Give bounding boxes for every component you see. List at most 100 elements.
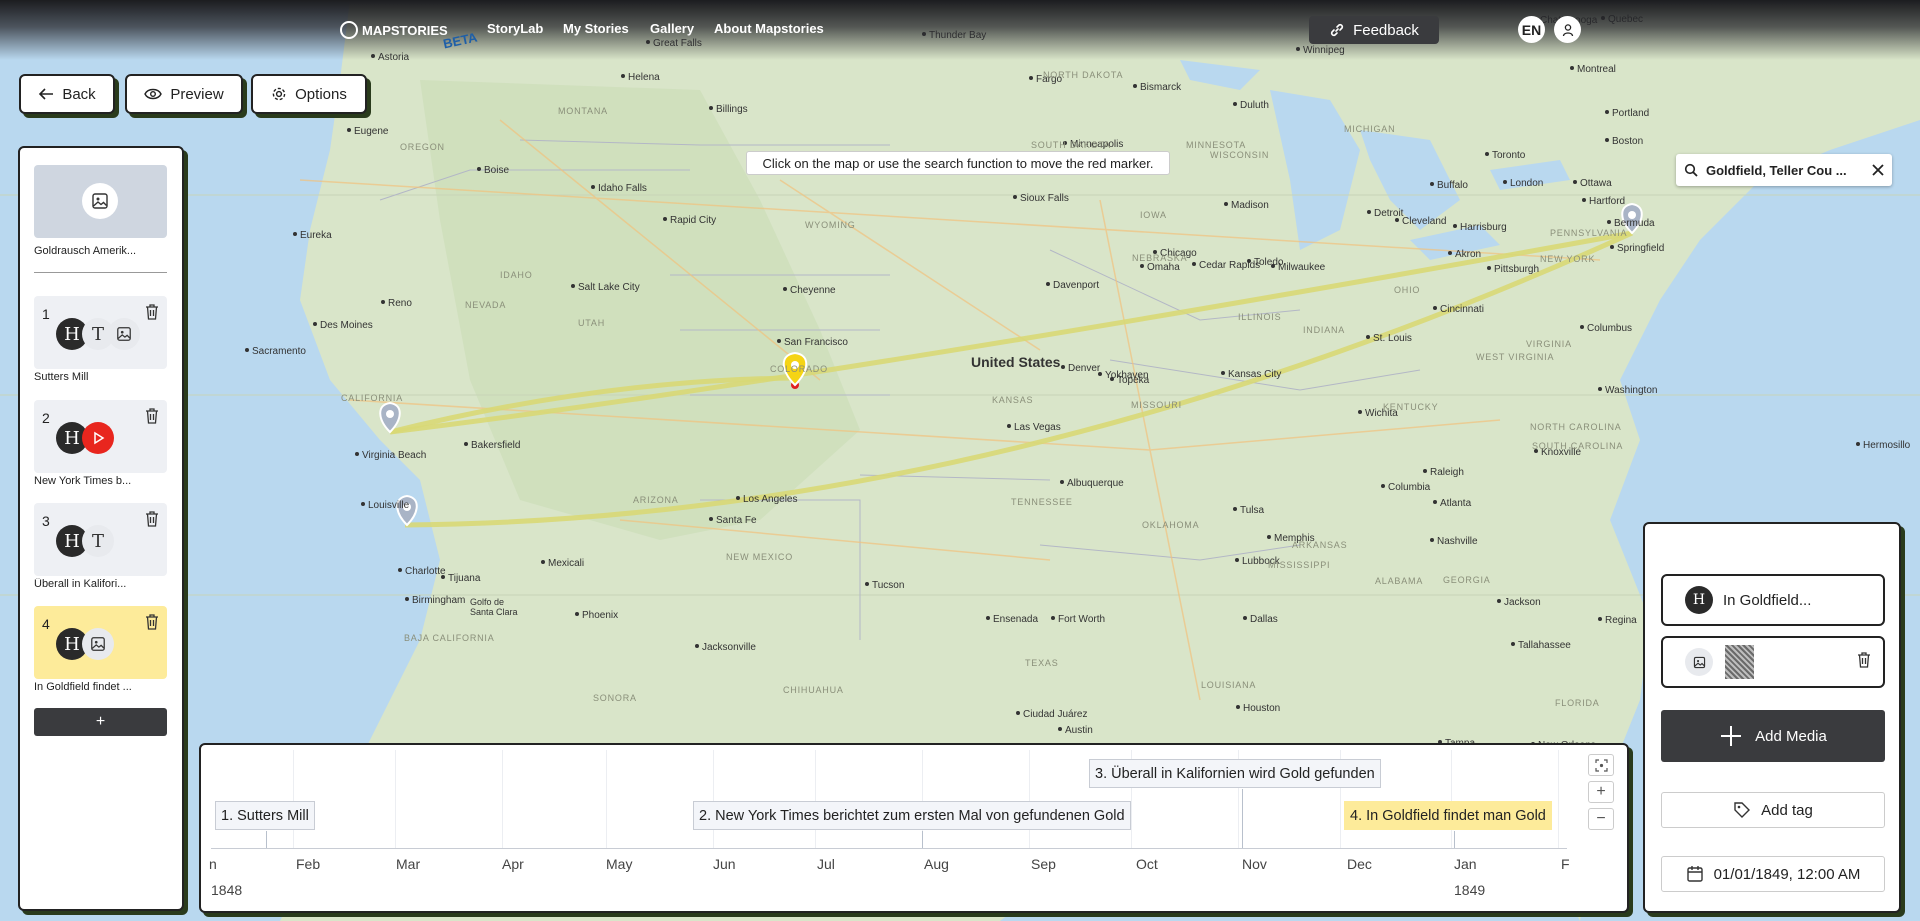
- close-icon[interactable]: [1872, 164, 1884, 176]
- map-city-dot: [986, 616, 990, 620]
- map-city-dot: [1367, 210, 1371, 214]
- language-button[interactable]: EN: [1518, 16, 1545, 43]
- timeline-year: 1848: [211, 882, 243, 898]
- tag-icon: [1734, 802, 1751, 818]
- map-state-label: WEST VIRGINIA: [1476, 352, 1555, 362]
- trash-icon[interactable]: [145, 408, 159, 429]
- map-city-dot: [1573, 180, 1577, 184]
- zoom-out-button[interactable]: −: [1588, 808, 1614, 830]
- nav-link-my-stories[interactable]: My Stories: [563, 21, 629, 36]
- add-media-button[interactable]: Add Media: [1661, 710, 1885, 762]
- map-state-label: ARIZONA: [633, 495, 679, 505]
- nav-link-about[interactable]: About Mapstories: [714, 21, 824, 36]
- map-city-label: Hermosillo: [1863, 440, 1911, 451]
- map-city-dot: [621, 74, 625, 78]
- map-city-dot: [1061, 365, 1065, 369]
- slide-item-3[interactable]: 3 H T: [34, 503, 167, 576]
- timeline-month: Apr: [502, 856, 524, 872]
- timeline-month: Dec: [1347, 856, 1372, 872]
- map-state-label: MONTANA: [558, 106, 608, 116]
- search-input[interactable]: Goldfield, Teller Cou ...: [1706, 163, 1864, 178]
- nav-link-gallery[interactable]: Gallery: [650, 21, 694, 36]
- location-search[interactable]: Goldfield, Teller Cou ...: [1676, 154, 1892, 186]
- map-city-label: Santa Fe: [716, 515, 757, 526]
- map-city-dot: [1060, 480, 1064, 484]
- slide-number: 4: [42, 616, 50, 632]
- mapstories-logo[interactable]: MAPSTORIES: [340, 21, 448, 39]
- map-city-dot: [1051, 616, 1055, 620]
- map-city-label: Hartford: [1589, 196, 1626, 207]
- map-city-label: Atlanta: [1440, 498, 1472, 509]
- trash-icon[interactable]: [145, 304, 159, 325]
- slide-number: 3: [42, 513, 50, 529]
- map-city-label: Tulsa: [1240, 505, 1265, 516]
- trash-icon[interactable]: [145, 511, 159, 532]
- timeline-gridline: [1558, 750, 1559, 848]
- add-tag-button[interactable]: Add tag: [1661, 792, 1885, 828]
- map-city-label: Madison: [1231, 200, 1269, 211]
- timeline-event-2[interactable]: 2. New York Times berichtet zum ersten M…: [693, 801, 1131, 830]
- nav-link-storylab[interactable]: StoryLab: [487, 21, 543, 36]
- zoom-in-button[interactable]: +: [1588, 781, 1614, 803]
- map-state-label: OHIO: [1394, 285, 1421, 295]
- timeline-event-3[interactable]: 3. Überall in Kalifornien wird Gold gefu…: [1089, 759, 1381, 788]
- map-city-dot: [398, 568, 402, 572]
- map-state-label: MISSISSIPPI: [1268, 560, 1331, 570]
- timeline-month: Feb: [296, 856, 321, 872]
- date-picker[interactable]: 01/01/1849, 12:00 AM: [1661, 856, 1885, 892]
- slide-item-2[interactable]: 2 H: [34, 400, 167, 473]
- story-timeline[interactable]: n Feb Mar Apr May Jun Jul Aug Sep Oct No…: [199, 743, 1629, 913]
- map-city-dot: [783, 287, 787, 291]
- add-slide-button[interactable]: +: [34, 708, 167, 736]
- arrow-left-icon: [39, 88, 54, 100]
- map-city-label: Cleveland: [1402, 216, 1447, 227]
- fit-view-button[interactable]: [1588, 754, 1614, 776]
- trash-icon[interactable]: [145, 614, 159, 635]
- map-city-label: Kansas City: [1228, 369, 1282, 380]
- map-city-label: Duluth: [1240, 100, 1269, 111]
- map-city-label: Eugene: [354, 126, 389, 137]
- heading-media-item[interactable]: H In Goldfield...: [1661, 574, 1885, 626]
- map-city-label: St. Louis: [1373, 333, 1412, 344]
- map-city-dot: [695, 644, 699, 648]
- map-city-dot: [1192, 262, 1196, 266]
- image-chip-icon: [82, 628, 114, 660]
- map-city-label: Houston: [1243, 703, 1281, 714]
- map-state-label: IOWA: [1140, 210, 1167, 220]
- back-button[interactable]: Back: [19, 74, 115, 114]
- timeline-event-4-active[interactable]: 4. In Goldfield findet man Gold: [1344, 801, 1552, 830]
- map-state-label: SOUTH CAROLINA: [1532, 441, 1624, 451]
- map-city-dot: [709, 106, 713, 110]
- slide-item-4-active[interactable]: 4 H: [34, 606, 167, 679]
- map-city-label: Ciudad Juárez: [1023, 709, 1088, 720]
- map-city-label: Louisville: [368, 500, 410, 511]
- map-city-dot: [1381, 484, 1385, 488]
- map-city-dot: [1133, 84, 1137, 88]
- map-city-dot: [1046, 282, 1050, 286]
- story-title: Goldrausch Amerik...: [34, 245, 137, 257]
- options-button[interactable]: Options: [251, 74, 367, 114]
- map-city-label: Sioux Falls: [1020, 193, 1069, 204]
- story-cover[interactable]: [34, 165, 167, 238]
- map-city-label: Dallas: [1250, 614, 1278, 625]
- timeline-gridline: [1451, 750, 1452, 848]
- image-media-item[interactable]: [1661, 636, 1885, 688]
- gear-icon: [272, 87, 286, 101]
- map-city-dot: [1013, 195, 1017, 199]
- timeline-month: F: [1561, 856, 1570, 872]
- slides-sidebar: Goldrausch Amerik... 1 H T Sutters Mill …: [18, 146, 184, 911]
- timeline-gridline: [713, 750, 714, 848]
- slide-item-1[interactable]: 1 H T: [34, 296, 167, 369]
- timeline-gridline: [395, 750, 396, 848]
- map-city-label: Milwaukee: [1278, 262, 1326, 273]
- map-city-dot: [591, 185, 595, 189]
- heading-chip-icon: H: [1685, 586, 1713, 614]
- map-city-dot: [1233, 102, 1237, 106]
- map-city-dot: [541, 560, 545, 564]
- feedback-button[interactable]: Feedback: [1309, 16, 1439, 44]
- preview-button[interactable]: Preview: [125, 74, 243, 114]
- user-account-button[interactable]: [1554, 16, 1581, 43]
- logo-icon: [340, 21, 358, 39]
- timeline-event-1[interactable]: 1. Sutters Mill: [215, 801, 315, 830]
- trash-icon[interactable]: [1857, 652, 1871, 673]
